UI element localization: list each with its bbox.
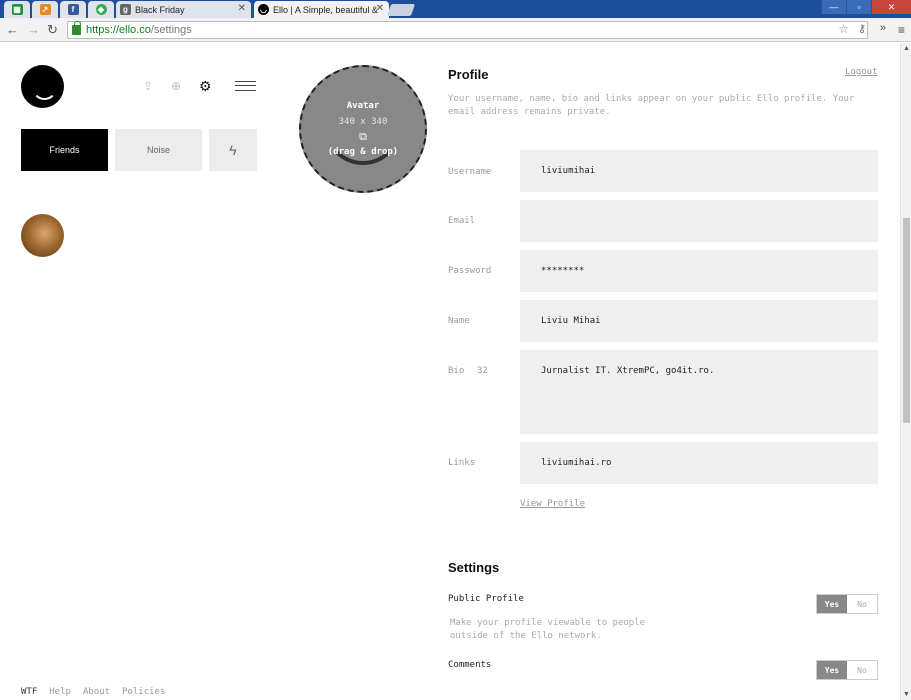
comments-yes[interactable]: Yes [817, 661, 847, 679]
name-label: Name [448, 316, 470, 326]
minimize-icon[interactable]: — [821, 0, 846, 14]
name-field[interactable]: Liviu Mihai [520, 300, 878, 342]
scroll-down-icon[interactable]: ▼ [903, 691, 910, 698]
footer-link-policies[interactable]: Policies [122, 687, 165, 697]
tab-friends[interactable]: Friends [21, 129, 108, 171]
email-field[interactable] [520, 200, 878, 242]
g-site-icon: g [120, 4, 131, 15]
ello-logo[interactable] [21, 65, 64, 108]
public-profile-yes[interactable]: Yes [817, 595, 847, 613]
scrollbar-thumb[interactable] [903, 218, 910, 423]
profile-description: Your username, name, bio and links appea… [448, 93, 854, 119]
ello-settings-page: ⇪ ⊕ ⚙ Friends Noise ϟ Avatar 340 x 340 ⧉… [0, 43, 911, 700]
back-icon[interactable]: ← [6, 22, 19, 37]
comments-toggle: Yes No [816, 660, 878, 680]
bio-textarea[interactable]: Jurnalist IT. XtremPC, go4it.ro. [520, 350, 878, 434]
view-profile-link[interactable]: View Profile [520, 499, 585, 509]
gear-icon[interactable]: ⚙ [199, 78, 212, 95]
password-field[interactable]: ******** [520, 250, 878, 292]
avatar[interactable] [21, 214, 64, 257]
profile-title: Profile [448, 67, 489, 82]
tab-title: Ello | A Simple, beautiful & [273, 4, 378, 15]
bio-char-count: 32 [477, 366, 488, 376]
menu-icon[interactable] [235, 81, 256, 91]
browser-tab-analytics[interactable]: ↗ [32, 1, 58, 18]
browser-tab-facebook[interactable]: f [60, 1, 86, 18]
more-extensions-icon[interactable]: » [880, 22, 886, 34]
share-icon[interactable]: ⇪ [143, 79, 153, 93]
extension-icon[interactable]: ⚷ [858, 22, 866, 35]
new-tab-button[interactable] [386, 4, 416, 16]
url-path: /settings [150, 24, 192, 36]
browser-tab-black-friday[interactable]: g Black Friday ✕ [116, 1, 251, 18]
dropzone-size: 340 x 340 [338, 117, 388, 127]
bio-label: Bio [448, 366, 465, 376]
scroll-up-icon[interactable]: ▲ [903, 45, 910, 52]
email-label: Email [448, 216, 476, 226]
sheets-icon: ▦ [11, 4, 23, 15]
bookmark-star-icon[interactable]: ☆ [838, 22, 849, 36]
desc-line: Make your profile viewable to people [450, 618, 646, 628]
public-profile-toggle: Yes No [816, 594, 878, 614]
tab-title: Black Friday [135, 4, 185, 15]
maximize-icon[interactable]: ▫ [846, 0, 871, 14]
copy-icon: ⧉ [359, 130, 367, 143]
footer-link-about[interactable]: About [83, 687, 110, 697]
browser-tab-sheets[interactable]: ▦ [4, 1, 30, 18]
browser-tab-strip: ▦ ↗ f ◆ g Black Friday ✕ ◡ Ello | A Simp… [0, 0, 911, 18]
feedly-icon: ◆ [95, 4, 107, 15]
settings-title: Settings [448, 560, 500, 575]
public-profile-label: Public Profile [448, 594, 524, 604]
browser-tab-ello[interactable]: ◡ Ello | A Simple, beautiful & ✕ [254, 1, 389, 18]
add-icon[interactable]: ⊕ [171, 79, 181, 93]
close-icon[interactable]: ✕ [376, 3, 384, 14]
comments-label: Comments [448, 660, 492, 670]
desc-line: Your username, name, bio and links appea… [448, 94, 855, 104]
bolt-icon: ϟ [229, 142, 237, 158]
links-field[interactable]: liviumihai.ro [520, 442, 878, 484]
window-controls: — ▫ ✕ [821, 0, 911, 14]
logout-link[interactable]: Logout [845, 67, 878, 77]
analytics-icon: ↗ [39, 4, 51, 15]
desc-line: email address remains private. [448, 107, 611, 117]
username-label: Username [448, 167, 492, 177]
page-scrollbar[interactable]: ▲ ▼ [900, 43, 911, 700]
public-profile-description: Make your profile viewable to people out… [450, 617, 645, 643]
password-label: Password [448, 266, 492, 276]
comments-no[interactable]: No [847, 661, 877, 679]
tab-noise[interactable]: Noise [115, 129, 202, 171]
public-profile-no[interactable]: No [847, 595, 877, 613]
reload-icon[interactable]: ↻ [47, 22, 58, 38]
ello-icon: ◡ [258, 4, 269, 15]
lock-icon [72, 21, 81, 35]
url-input[interactable]: https://ello.co/settings [67, 21, 868, 39]
dropzone-title: Avatar [346, 101, 380, 111]
tab-notifications[interactable]: ϟ [209, 129, 257, 171]
browser-tab-feedly[interactable]: ◆ [88, 1, 114, 18]
address-bar: ← → ↻ https://ello.co/settings ☆ ⚷ » ≡ [0, 18, 911, 42]
footer-link-help[interactable]: Help [49, 687, 71, 697]
avatar-dropzone[interactable]: Avatar 340 x 340 ⧉ (drag & drop) [299, 65, 427, 193]
links-label: Links [448, 458, 476, 468]
username-field[interactable]: liviumihai [520, 150, 878, 192]
close-icon[interactable]: ✕ [238, 3, 246, 14]
forward-icon[interactable]: → [27, 22, 40, 37]
desc-line: outside of the Ello network. [450, 631, 602, 641]
url-host: https://ello.co [86, 24, 151, 36]
dropzone-hint: (drag & drop) [327, 147, 399, 157]
browser-menu-icon[interactable]: ≡ [898, 23, 905, 37]
window-close-icon[interactable]: ✕ [871, 0, 911, 14]
facebook-icon: f [67, 4, 79, 15]
footer-links: WTF Help About Policies [21, 687, 165, 697]
footer-link-wtf[interactable]: WTF [21, 687, 37, 697]
